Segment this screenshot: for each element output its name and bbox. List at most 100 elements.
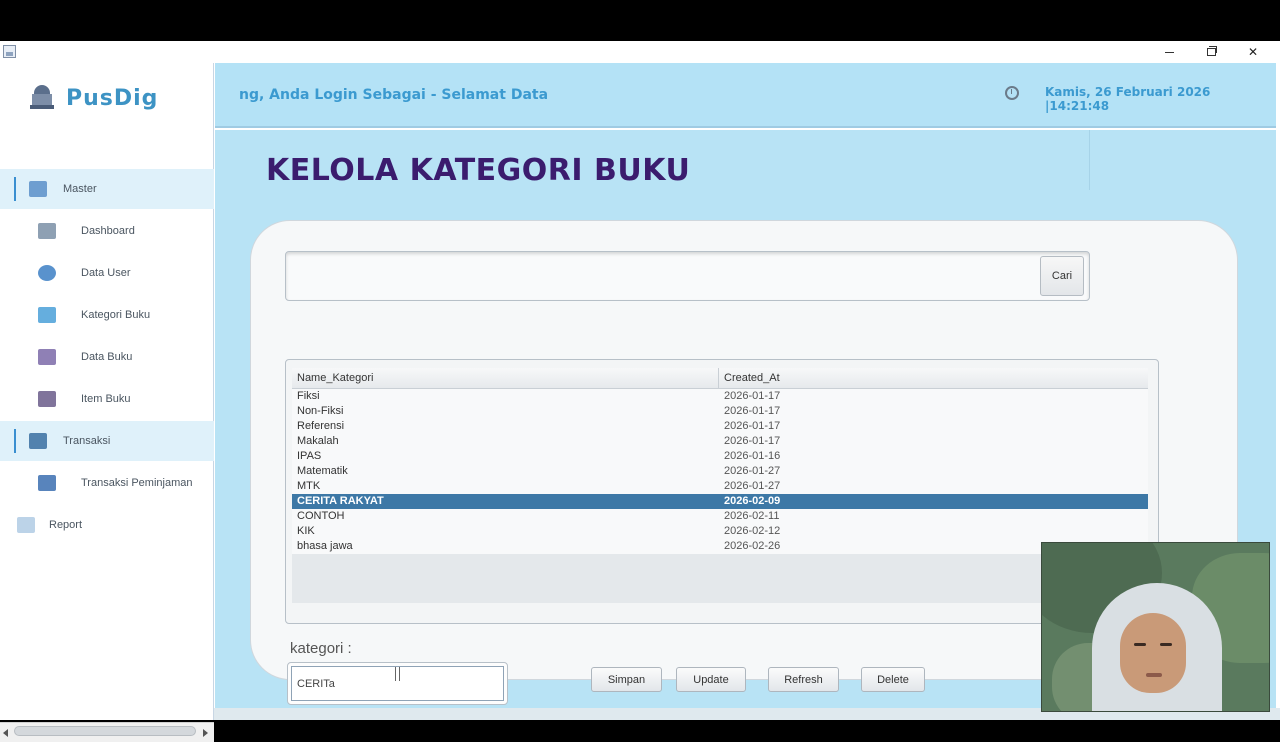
sidebar-item-label: Master [63, 183, 97, 195]
table-row[interactable]: IPAS 2026-01-16 [292, 449, 1148, 464]
table-header: Name_Kategori Created_At [292, 368, 1148, 389]
java-app-icon [3, 45, 16, 58]
cell-created-at: 2026-01-27 [724, 465, 781, 477]
cell-name-kategori: Matematik [297, 465, 348, 477]
title-bar: ✕ [0, 41, 1280, 63]
column-divider[interactable] [718, 368, 719, 389]
close-icon: ✕ [1247, 45, 1259, 59]
webcam-overlay [1041, 542, 1270, 712]
cell-created-at: 2026-01-17 [724, 435, 781, 447]
sidebar-item-label: Dashboard [81, 225, 135, 237]
update-button[interactable]: Update [676, 667, 746, 692]
kategori-label: kategori : [290, 640, 352, 657]
sidebar-item-label: Kategori Buku [81, 309, 151, 321]
table-row[interactable]: bhasa jawa 2026-02-26 [292, 539, 1148, 554]
table-row[interactable]: CERITA RAKYAT 2026-02-09 [292, 494, 1148, 509]
sidebar: PusDig Master Dashboard Data User Kategori … [0, 63, 214, 742]
user-icon [38, 265, 56, 281]
minimize-button[interactable] [1148, 41, 1190, 63]
cell-created-at: 2026-01-27 [724, 480, 781, 492]
delete-button[interactable]: Delete [861, 667, 925, 692]
cell-created-at: 2026-02-09 [724, 495, 781, 507]
search-box: Cari [285, 251, 1090, 301]
scrollbar-thumb[interactable] [14, 726, 196, 736]
column-header-name[interactable]: Name_Kategori [297, 372, 373, 384]
cell-name-kategori: IPAS [297, 450, 322, 462]
sidebar-item-item-buku[interactable]: Item Buku [0, 379, 214, 419]
cell-name-kategori: Referensi [297, 420, 345, 432]
sidebar-item-data-buku[interactable]: Data Buku [0, 337, 214, 377]
cell-created-at: 2026-02-26 [724, 540, 781, 552]
sidebar-item-label: Data Buku [81, 351, 133, 363]
loan-icon [38, 475, 56, 491]
sidebar-item-transaksi[interactable]: Transaksi [0, 421, 214, 461]
table-row[interactable]: Matematik 2026-01-27 [292, 464, 1148, 479]
sidebar-item-data-user[interactable]: Data User [0, 253, 214, 293]
screen: ✕ PusDig Master Dashboard Data User Kategor… [0, 0, 1280, 742]
sidebar-item-master[interactable]: Master [0, 169, 214, 209]
close-button[interactable]: ✕ [1232, 41, 1274, 63]
category-icon [38, 307, 56, 323]
table-frame: Name_Kategori Created_At Fiksi 2026-01-17… [285, 359, 1159, 624]
search-button[interactable]: Cari [1040, 256, 1084, 296]
dashboard-icon [38, 223, 56, 239]
restore-button[interactable] [1190, 41, 1232, 63]
column-header-created[interactable]: Created_At [724, 372, 780, 384]
sidebar-item-report[interactable]: Report [0, 505, 214, 545]
report-icon [17, 517, 35, 533]
brand-name: PusDig [66, 85, 159, 111]
scroll-left-arrow-icon[interactable] [3, 729, 8, 737]
cell-name-kategori: bhasa jawa [297, 540, 353, 552]
table-row[interactable]: Makalah 2026-01-17 [292, 434, 1148, 449]
books-icon [38, 349, 56, 365]
cell-name-kategori: CONTOH [297, 510, 345, 522]
cell-name-kategori: CERITA RAKYAT [297, 495, 384, 507]
welcome-text: ng, Anda Login Sebagai - Selamat Data [239, 87, 549, 103]
cell-name-kategori: KIK [297, 525, 315, 537]
cell-name-kategori: MTK [297, 480, 321, 492]
cell-name-kategori: Non-Fiksi [297, 405, 344, 417]
datetime-text: Kamis, 26 Februari 2026 |14:21:48 [1045, 85, 1211, 113]
ibeam-cursor-icon [395, 667, 400, 681]
cell-created-at: 2026-02-11 [724, 510, 780, 522]
cell-created-at: 2026-01-17 [724, 420, 781, 432]
cell-created-at: 2026-01-16 [724, 450, 781, 462]
table-row[interactable]: Non-Fiksi 2026-01-17 [292, 404, 1148, 419]
sidebar-item-kategori-buku[interactable]: Kategori Buku [0, 295, 214, 335]
brand: PusDig [30, 83, 158, 113]
item-book-icon [38, 391, 56, 407]
master-icon [29, 181, 47, 197]
sidebar-item-transaksi-peminjaman[interactable]: Transaksi Peminjaman [0, 463, 214, 503]
clock-icon [1005, 86, 1019, 100]
cell-name-kategori: Makalah [297, 435, 339, 447]
sidebar-item-dashboard[interactable]: Dashboard [0, 211, 214, 251]
table-row[interactable]: KIK 2026-02-12 [292, 524, 1148, 539]
sidebar-item-label: Item Buku [81, 393, 131, 405]
table-row[interactable]: Fiksi 2026-01-17 [292, 389, 1148, 404]
horizontal-scrollbar[interactable] [0, 722, 214, 742]
cell-created-at: 2026-02-12 [724, 525, 781, 537]
cell-created-at: 2026-01-17 [724, 405, 781, 417]
table-row[interactable]: CONTOH 2026-02-11 [292, 509, 1148, 524]
table-empty-area [292, 554, 1148, 603]
table-row[interactable]: MTK 2026-01-27 [292, 479, 1148, 494]
sidebar-item-label: Data User [81, 267, 131, 279]
divider [1089, 130, 1090, 190]
table-row[interactable]: Referensi 2026-01-17 [292, 419, 1148, 434]
page-title: KELOLA KATEGORI BUKU [266, 153, 691, 188]
sidebar-item-label: Transaksi [63, 435, 111, 447]
cell-name-kategori: Fiksi [297, 390, 320, 402]
library-logo-icon [30, 85, 54, 111]
transaction-icon [29, 433, 47, 449]
sidebar-item-label: Report [49, 519, 83, 531]
category-table[interactable]: Name_Kategori Created_At Fiksi 2026-01-17… [292, 368, 1148, 603]
restore-icon [1206, 46, 1217, 56]
save-button[interactable]: Simpan [591, 667, 662, 692]
active-indicator [14, 429, 16, 453]
scroll-right-arrow-icon[interactable] [203, 729, 208, 737]
minimize-icon [1164, 51, 1174, 53]
sidebar-item-label: Transaksi Peminjaman [81, 477, 193, 489]
search-input[interactable] [290, 256, 1035, 296]
refresh-button[interactable]: Refresh [768, 667, 839, 692]
cell-created-at: 2026-01-17 [724, 390, 781, 402]
